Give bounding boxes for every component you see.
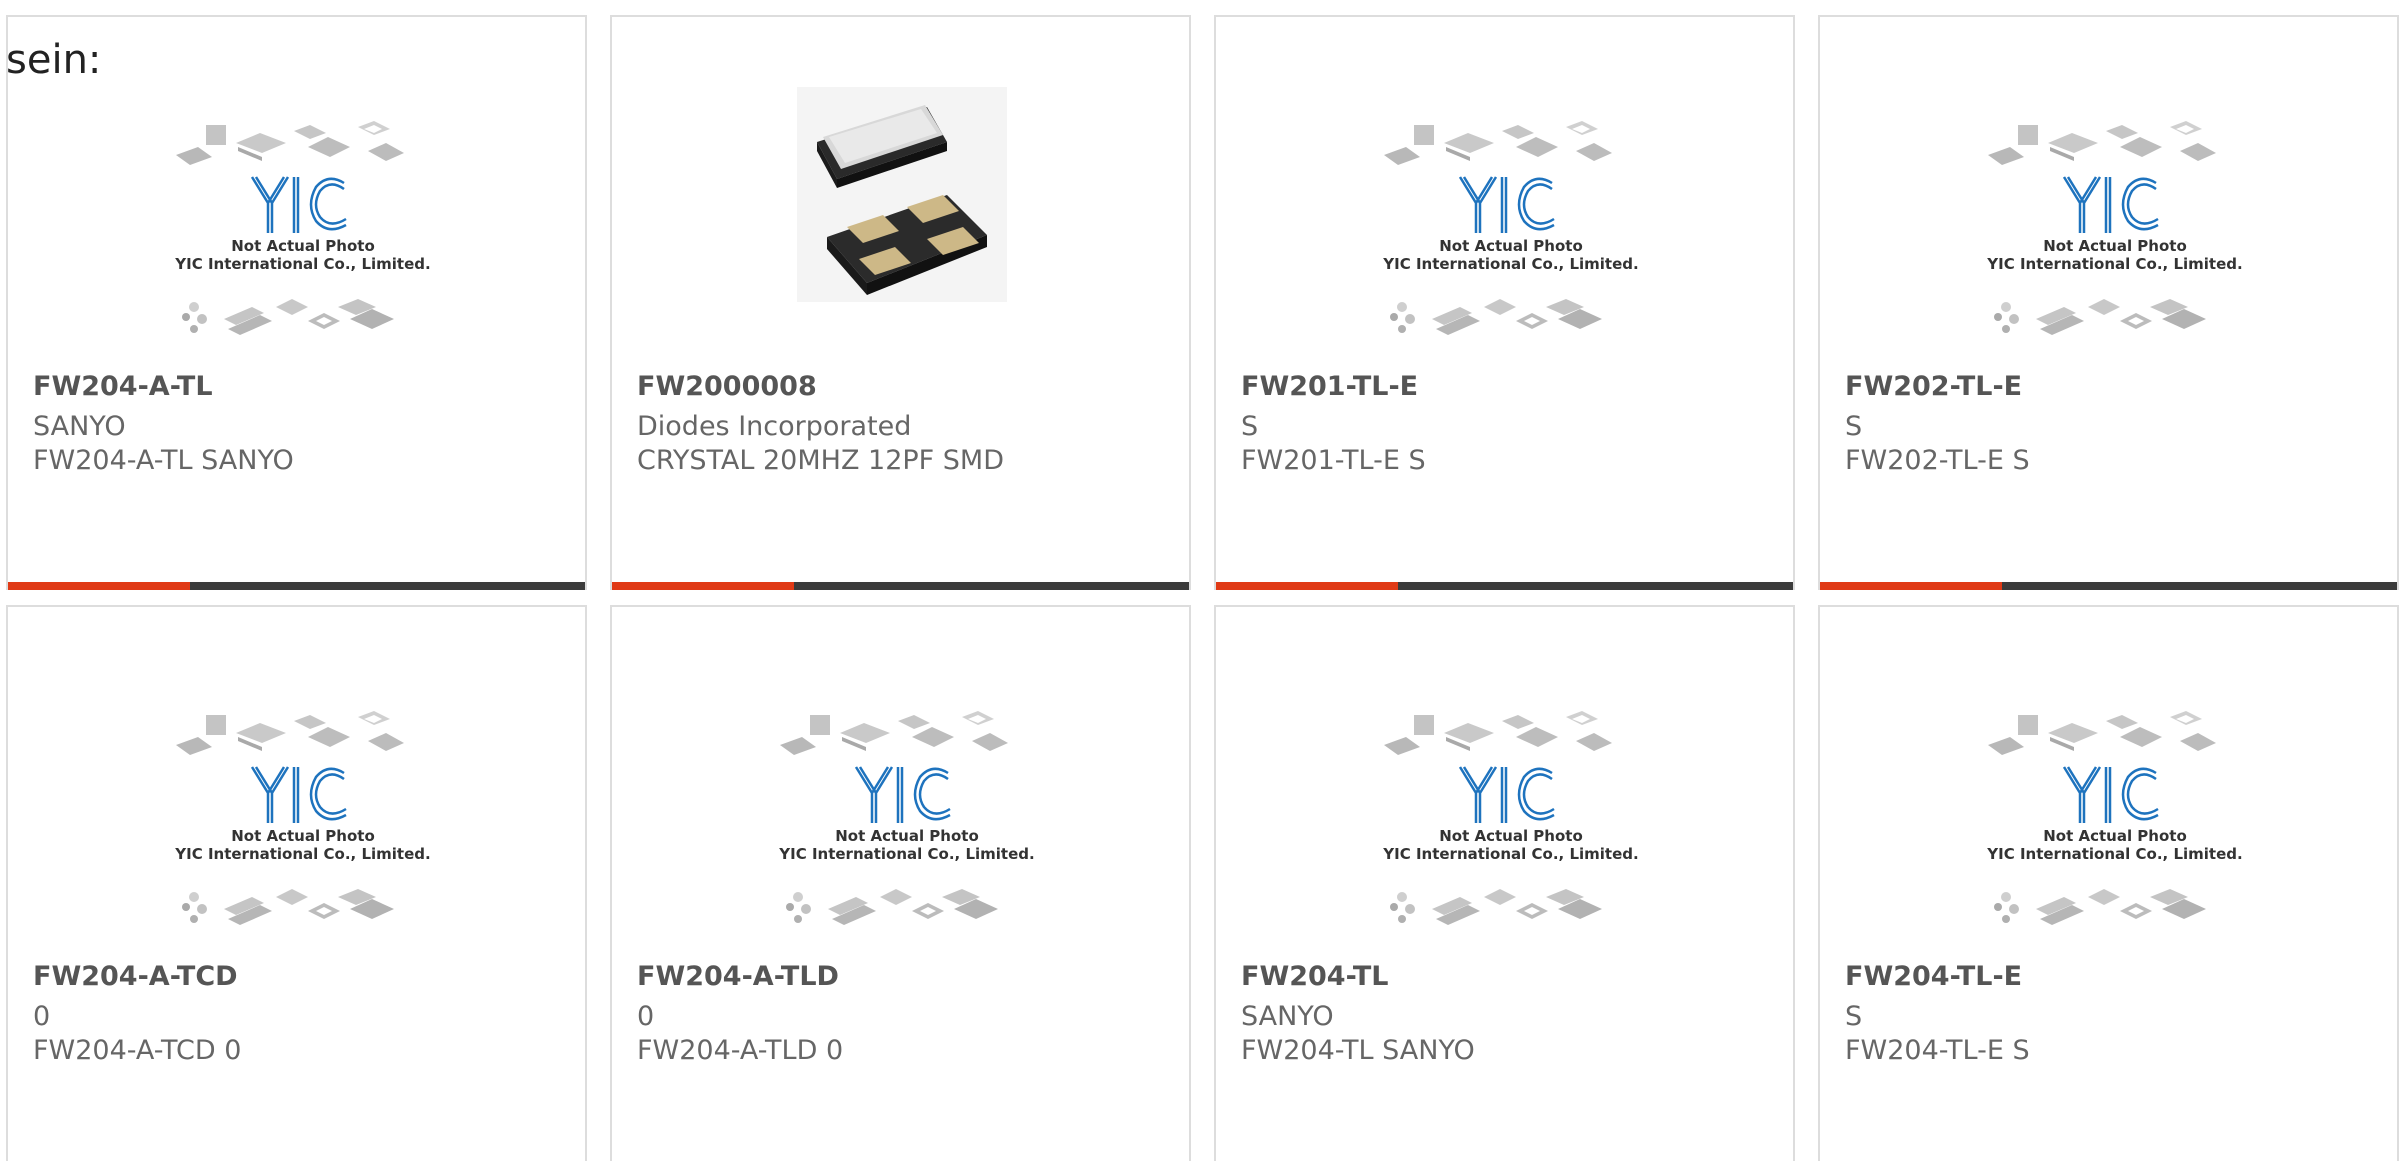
yic-placeholder-icon: Not Actual Photo YIC International Co., …: [174, 711, 431, 925]
placeholder-image[interactable]: Not Actual Photo YIC International Co., …: [772, 697, 1042, 952]
placeholder-caption-line1: Not Actual Photo: [231, 237, 375, 255]
card-accent-bar: [8, 582, 585, 590]
yic-placeholder-icon: Not Actual Photo YIC International Co., …: [1986, 121, 2243, 335]
placeholder-image[interactable]: Not Actual Photo YIC International Co., …: [168, 107, 438, 362]
placeholder-caption-line1: Not Actual Photo: [1439, 237, 1583, 255]
product-card[interactable]: Not Actual Photo YIC International Co., …: [610, 605, 1191, 1161]
manufacturer-label: SANYO: [1241, 1001, 1334, 1032]
placeholder-image[interactable]: Not Actual Photo YIC International Co., …: [1980, 107, 2250, 362]
product-card[interactable]: Not Actual Photo YIC International Co., …: [1818, 15, 2399, 590]
product-card[interactable]: Not Actual Photo YIC International Co., …: [1818, 605, 2399, 1161]
description-label: FW204-A-TLD 0: [637, 1035, 844, 1066]
card-accent-bar: [1216, 582, 1793, 590]
placeholder-caption-line1: Not Actual Photo: [1439, 827, 1583, 845]
manufacturer-label: S: [1845, 1001, 1863, 1032]
placeholder-caption-line2: YIC International Co., Limited.: [1382, 845, 1638, 863]
description-label: FW201-TL-E S: [1241, 445, 1426, 476]
card-accent-fill: [1216, 582, 1398, 590]
card-accent-fill: [1820, 582, 2002, 590]
description-label: CRYSTAL 20MHZ 12PF SMD: [637, 445, 1005, 476]
manufacturer-label: 0: [33, 1001, 51, 1032]
description-label: FW204-A-TL SANYO: [33, 445, 294, 476]
yic-placeholder-icon: Not Actual Photo YIC International Co., …: [1382, 711, 1639, 925]
card-accent-fill: [8, 582, 190, 590]
yic-placeholder-icon: Not Actual Photo YIC International Co., …: [174, 121, 431, 335]
product-card[interactable]: FW2000008 Diodes Incorporated CRYSTAL 20MH…: [610, 15, 1191, 590]
placeholder-image[interactable]: Not Actual Photo YIC International Co., …: [1376, 107, 1646, 362]
card-accent-bar: [612, 582, 1189, 590]
description-label: FW204-TL-E S: [1845, 1035, 2030, 1066]
manufacturer-label: 0: [637, 1001, 655, 1032]
placeholder-caption-line2: YIC International Co., Limited.: [778, 845, 1034, 863]
yic-placeholder-icon: Not Actual Photo YIC International Co., …: [778, 711, 1035, 925]
description-label: FW204-TL SANYO: [1241, 1035, 1475, 1066]
part-number-link[interactable]: FW204-A-TLD: [637, 963, 839, 990]
placeholder-image[interactable]: Not Actual Photo YIC International Co., …: [168, 697, 438, 952]
product-card[interactable]: Not Actual Photo YIC International Co., …: [1214, 15, 1795, 590]
part-number-link[interactable]: FW204-A-TCD: [33, 963, 238, 990]
card-accent-bar: [1820, 582, 2397, 590]
part-number-link[interactable]: FW202-TL-E: [1845, 373, 2022, 400]
crystal-photo-icon: [797, 87, 1007, 302]
yic-placeholder-icon: Not Actual Photo YIC International Co., …: [1382, 121, 1639, 335]
card-accent-fill: [612, 582, 794, 590]
lead-text: sein:: [6, 37, 102, 83]
description-label: FW204-A-TCD 0: [33, 1035, 242, 1066]
manufacturer-label: S: [1241, 411, 1259, 442]
product-card[interactable]: Not Actual Photo YIC International Co., …: [1214, 605, 1795, 1161]
part-number-link[interactable]: FW204-A-TL: [33, 373, 213, 400]
placeholder-caption-line2: YIC International Co., Limited.: [174, 845, 430, 863]
placeholder-caption-line1: Not Actual Photo: [2043, 237, 2187, 255]
part-number-link[interactable]: FW2000008: [637, 373, 817, 400]
placeholder-caption-line2: YIC International Co., Limited.: [1986, 845, 2242, 863]
product-grid-page: sein: Not Actual Photo YIC International…: [0, 0, 2400, 1161]
placeholder-image[interactable]: Not Actual Photo YIC International Co., …: [1376, 697, 1646, 952]
placeholder-caption-line1: Not Actual Photo: [231, 827, 375, 845]
manufacturer-label: Diodes Incorporated: [637, 411, 912, 442]
part-number-link[interactable]: FW201-TL-E: [1241, 373, 1418, 400]
description-label: FW202-TL-E S: [1845, 445, 2030, 476]
placeholder-caption-line1: Not Actual Photo: [2043, 827, 2187, 845]
product-photo[interactable]: [797, 87, 1007, 302]
placeholder-caption-line2: YIC International Co., Limited.: [1986, 255, 2242, 273]
placeholder-caption-line2: YIC International Co., Limited.: [1382, 255, 1638, 273]
placeholder-caption-line1: Not Actual Photo: [835, 827, 979, 845]
manufacturer-label: SANYO: [33, 411, 126, 442]
placeholder-image[interactable]: Not Actual Photo YIC International Co., …: [1980, 697, 2250, 952]
placeholder-caption-line2: YIC International Co., Limited.: [174, 255, 430, 273]
product-card[interactable]: Not Actual Photo YIC International Co., …: [6, 605, 587, 1161]
part-number-link[interactable]: FW204-TL-E: [1845, 963, 2022, 990]
product-card[interactable]: Not Actual Photo YIC International Co., …: [6, 15, 587, 590]
manufacturer-label: S: [1845, 411, 1863, 442]
yic-placeholder-icon: Not Actual Photo YIC International Co., …: [1986, 711, 2243, 925]
part-number-link[interactable]: FW204-TL: [1241, 963, 1388, 990]
